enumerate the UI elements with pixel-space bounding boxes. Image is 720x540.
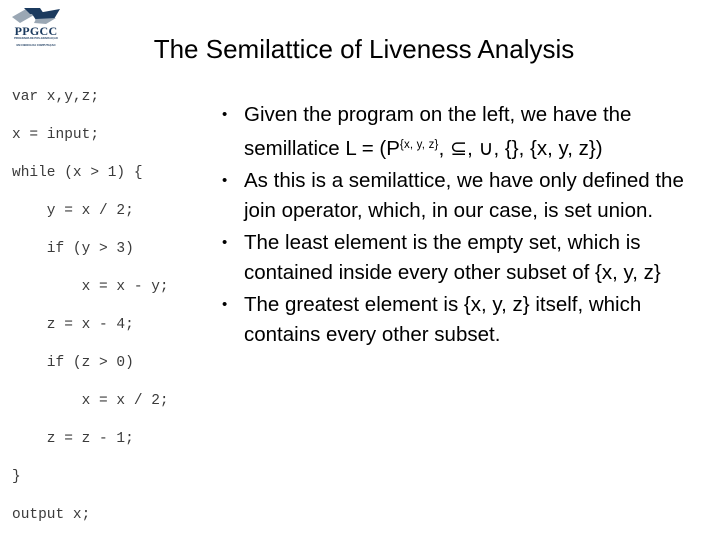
bullet-item: • As this is a semilattice, we have only… — [212, 166, 708, 226]
code-line: while (x > 1) { — [12, 165, 143, 181]
bullet-marker-icon: • — [222, 234, 228, 251]
code-line: z = z - 1; — [12, 431, 134, 447]
bullet-marker-icon: • — [222, 106, 228, 123]
code-line: var x,y,z; — [12, 89, 100, 105]
powerset-superscript: {x, y, z} — [399, 139, 439, 151]
code-line: y = x / 2; — [12, 203, 134, 219]
bullet-list: • Given the program on the left, we have… — [212, 100, 708, 352]
code-line: x = input; — [12, 127, 100, 143]
bullet-marker-icon: • — [222, 172, 228, 189]
logo-subtitle-line1: PROGRAMA DE PÓS-GRADUAÇÃO — [14, 37, 58, 40]
bullet-item: • The least element is the empty set, wh… — [212, 228, 708, 288]
code-line: x = x / 2; — [12, 393, 169, 409]
bullet-text: The least element is the empty set, whic… — [244, 231, 661, 284]
logo-wordmark: PPGCC — [14, 24, 58, 38]
code-line: z = x - 4; — [12, 317, 134, 333]
bullet-text: Given the program on the left, we have t… — [244, 100, 708, 164]
code-line: x = x - y; — [12, 279, 169, 295]
code-line: if (z > 0) — [12, 355, 134, 371]
code-line: output x; — [12, 507, 91, 523]
ppgcc-logo: PPGCC PROGRAMA DE PÓS-GRADUAÇÃO EM CIÊNC… — [8, 6, 64, 52]
code-line: } — [12, 469, 21, 485]
slide-title: The Semilattice of Liveness Analysis — [153, 34, 575, 64]
bullet-item: • Given the program on the left, we have… — [212, 100, 708, 164]
bullet-text: The greatest element is {x, y, z} itself… — [244, 293, 642, 346]
bullet-item: • The greatest element is {x, y, z} itse… — [212, 290, 708, 350]
bullet-text: As this is a semilattice, we have only d… — [244, 169, 684, 222]
logo-subtitle-line2: EM CIÊNCIA DA COMPUTAÇÃO — [16, 44, 56, 47]
code-line: if (y > 3) — [12, 241, 134, 257]
bullet-marker-icon: • — [222, 296, 228, 313]
bullet-text-part2: , ⊆, ∪, {}, {x, y, z}) — [438, 137, 603, 160]
code-listing: var x,y,z; x = input; while (x > 1) { y … — [0, 78, 205, 534]
logo-bird-mark — [12, 8, 60, 24]
